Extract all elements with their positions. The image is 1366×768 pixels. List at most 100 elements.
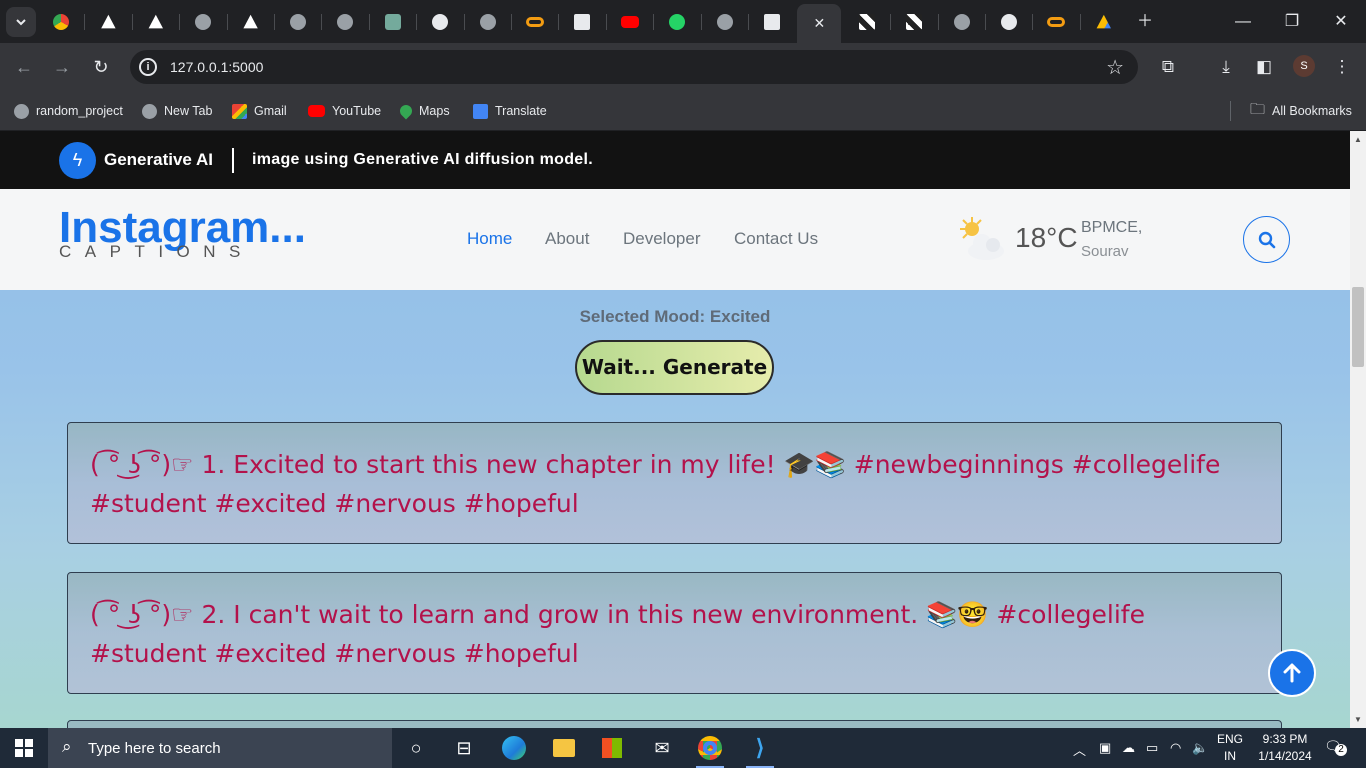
browser-tab[interactable] — [567, 8, 597, 36]
caption-card-partial[interactable] — [67, 720, 1282, 728]
forward-button[interactable]: → — [50, 55, 74, 79]
browser-tab[interactable] — [236, 8, 266, 36]
generate-button[interactable]: Wait... Generate — [575, 340, 774, 395]
back-button[interactable]: ← — [12, 55, 36, 79]
wifi-icon[interactable]: ◠ — [1170, 740, 1181, 756]
browser-tab[interactable] — [378, 8, 408, 36]
tab-separator — [131, 14, 133, 30]
whatsapp-icon — [669, 14, 686, 30]
browser-tab[interactable] — [1089, 8, 1119, 36]
language-indicator[interactable]: ENG IN — [1214, 731, 1246, 765]
cortana-icon[interactable]: ○ — [400, 732, 432, 764]
browser-tab[interactable] — [425, 8, 455, 36]
edge-icon[interactable] — [498, 732, 530, 764]
weather-location-line1: BPMCE, — [1081, 219, 1143, 236]
nav-about[interactable]: About — [545, 229, 589, 249]
browser-tab[interactable] — [662, 8, 692, 36]
bookmark-youtube[interactable]: YouTube — [308, 101, 381, 121]
meet-now-icon[interactable]: ▣ — [1099, 740, 1111, 756]
onedrive-icon[interactable]: ☁ — [1122, 740, 1135, 756]
extensions-icon[interactable]: ⧉ — [1156, 55, 1180, 79]
minimize-button[interactable]: — — [1231, 10, 1255, 34]
all-bookmarks-label: All Bookmarks — [1272, 104, 1352, 118]
topbar-ticker: image using Generative AI diffusion mode… — [252, 151, 593, 168]
bookmark-random-project[interactable]: random_project — [14, 101, 123, 121]
weather-temperature: 18°C — [1015, 222, 1078, 253]
nav-home[interactable]: Home — [467, 229, 512, 249]
volume-icon[interactable]: 🔈 — [1192, 740, 1208, 756]
show-hidden-icons-chevron[interactable]: ︿ — [1073, 740, 1086, 759]
file-explorer-icon[interactable] — [548, 732, 580, 764]
address-bar[interactable]: i 127.0.0.1:5000 ☆ — [130, 50, 1138, 84]
tab-separator — [985, 14, 986, 30]
nav-contact-us[interactable]: Contact Us — [734, 229, 818, 249]
browser-tab[interactable] — [93, 8, 123, 36]
start-button[interactable] — [0, 728, 48, 768]
caption-card[interactable]: ( ͡° ͜ʖ ͡°)☞ 1. Excited to start this ne… — [67, 422, 1282, 544]
scroll-up-arrow-icon[interactable]: ▲ — [1350, 135, 1366, 144]
browser-tab[interactable] — [615, 8, 645, 36]
browser-tab[interactable] — [188, 8, 218, 36]
close-window-button[interactable]: ✕ — [1329, 10, 1353, 34]
browser-tab[interactable] — [46, 8, 76, 36]
reload-button[interactable]: ↻ — [89, 55, 113, 79]
scroll-down-arrow-icon[interactable]: ▼ — [1350, 715, 1366, 724]
tab-separator — [274, 14, 275, 30]
cube-icon — [764, 14, 780, 30]
browser-tab[interactable]: ✕ — [797, 4, 842, 43]
browser-tab[interactable] — [520, 8, 550, 36]
page-scrollbar[interactable]: ▲ ▼ — [1350, 131, 1366, 728]
browser-tab[interactable] — [994, 8, 1024, 36]
site-search-button[interactable] — [1243, 216, 1290, 263]
nav-developer[interactable]: Developer — [623, 229, 701, 249]
bookmark-gmail[interactable]: Gmail — [232, 101, 287, 121]
browser-tab[interactable] — [852, 8, 882, 36]
tab-separator — [511, 14, 512, 30]
menu-kebab-icon[interactable]: ⋮ — [1330, 55, 1354, 79]
browser-tab[interactable] — [141, 8, 171, 36]
browser-tab[interactable] — [757, 8, 787, 36]
close-icon[interactable]: ✕ — [814, 15, 826, 32]
browser-tab[interactable] — [283, 8, 313, 36]
tab-separator — [463, 14, 465, 30]
all-bookmarks-folder[interactable]: 🗀 All Bookmarks — [1250, 101, 1352, 121]
url-text[interactable]: 127.0.0.1:5000 — [170, 59, 263, 75]
browser-tab[interactable] — [330, 8, 360, 36]
scrollbar-thumb[interactable] — [1352, 287, 1364, 367]
bookmark-translate[interactable]: Translate — [473, 101, 547, 121]
mail-icon[interactable]: ✉ — [646, 732, 678, 764]
browser-tab[interactable] — [947, 8, 977, 36]
web-page: ϟ Generative AI image using Generative A… — [0, 131, 1350, 728]
bookmarks-bar: random_project New Tab Gmail YouTube Map… — [0, 91, 1366, 131]
battery-icon[interactable]: ▭ — [1146, 740, 1158, 756]
scroll-to-top-button[interactable] — [1268, 649, 1316, 697]
new-tab-button[interactable]: ＋ — [1133, 10, 1157, 34]
tab-separator — [179, 14, 181, 30]
weather-location-line2: Sourav — [1081, 243, 1129, 260]
browser-tab[interactable] — [1041, 8, 1071, 36]
browser-tab[interactable] — [899, 8, 929, 36]
profile-avatar[interactable]: S — [1293, 55, 1315, 77]
task-view-icon[interactable]: ⊟ — [448, 732, 480, 764]
tab-search-button[interactable] — [6, 7, 36, 37]
side-panel-icon[interactable]: ◧ — [1252, 55, 1276, 79]
browser-tab[interactable] — [710, 8, 740, 36]
partly-cloudy-icon — [960, 217, 1004, 260]
clock-time: 9:33 PM — [1262, 732, 1308, 746]
globe-icon — [953, 14, 970, 30]
notification-center-icon[interactable]: 🗨 2 — [1322, 738, 1347, 758]
caption-card[interactable]: ( ͡° ͜ʖ ͡°)☞ 2. I can't wait to learn an… — [67, 572, 1282, 694]
taskbar-clock[interactable]: 9:33 PM 1/14/2024 — [1250, 731, 1320, 765]
site-info-icon[interactable]: i — [139, 58, 157, 76]
bookmark-new-tab[interactable]: New Tab — [142, 101, 212, 121]
vscode-icon[interactable]: ⟩ — [744, 732, 776, 768]
bookmark-maps[interactable]: Maps — [397, 101, 450, 121]
restore-button[interactable]: ❐ — [1280, 10, 1304, 34]
download-icon[interactable]: ⤓ — [1214, 55, 1238, 79]
bookmark-star-icon[interactable]: ☆ — [1106, 55, 1124, 80]
chrome-taskbar-icon[interactable] — [694, 732, 726, 768]
browser-tab[interactable] — [473, 8, 503, 36]
store-icon[interactable] — [596, 732, 628, 764]
taskbar-search-box[interactable]: ⌕ Type here to search — [48, 728, 392, 768]
cube-icon — [574, 14, 591, 30]
